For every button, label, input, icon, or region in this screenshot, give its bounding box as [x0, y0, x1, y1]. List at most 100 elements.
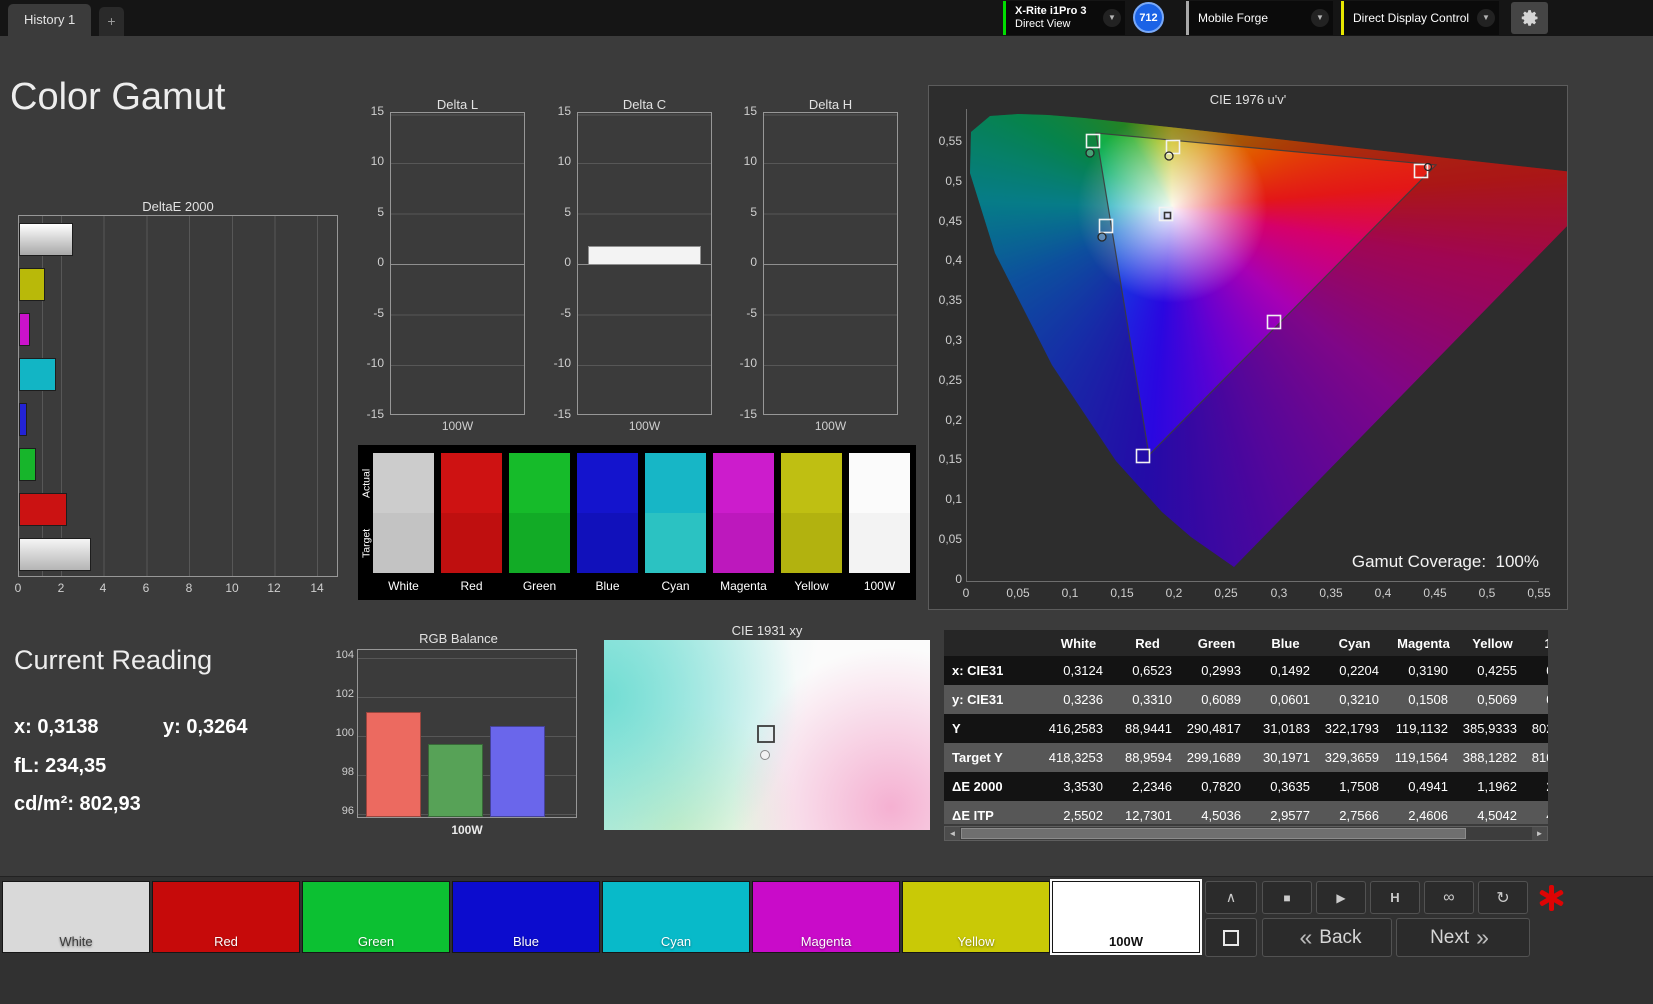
pattern-button-blue[interactable]: Blue: [452, 881, 600, 953]
chevron-down-icon[interactable]: ▼: [1477, 9, 1495, 27]
axis-tick-label: 2: [46, 581, 76, 595]
pattern-label: Red: [153, 934, 299, 949]
table-header-row: White Red Green Blue Cyan Magenta Yellow…: [944, 630, 1548, 656]
swatch-label: Blue: [577, 579, 638, 593]
cell: 12,7301: [1113, 801, 1182, 824]
axis-tick-label: 14: [302, 581, 332, 595]
swatch-actual-red: [441, 453, 502, 513]
cell: 290,4817: [1182, 714, 1251, 743]
axis-label: 100W: [390, 419, 525, 433]
pattern-button-red[interactable]: Red: [152, 881, 300, 953]
chart-title: Delta C: [577, 97, 712, 112]
cell: 0,6089: [1182, 685, 1251, 714]
play-button[interactable]: ▶: [1316, 881, 1366, 914]
cell: 0,1508: [1389, 685, 1458, 714]
axis-tick-label: 98: [322, 766, 354, 778]
back-label: Back: [1319, 927, 1361, 949]
deltae2000-chart: DeltaE 2000 0 2 4 6 8 10 12 14: [0, 196, 345, 596]
scrollbar-thumb[interactable]: [961, 828, 1466, 839]
cell: 388,1282: [1458, 743, 1527, 772]
row-label: Y: [944, 714, 1044, 743]
pattern-source-dropdown[interactable]: Mobile Forge ▼: [1186, 1, 1333, 35]
cyan-measured-marker: [1098, 233, 1106, 241]
gamut-coverage-label: Gamut Coverage:: [1352, 552, 1486, 571]
axis-tick-label: 4: [88, 581, 118, 595]
axis-tick-label: 0,05: [932, 532, 962, 546]
axis-tick-label: 15: [350, 104, 384, 118]
axis-tick-label: -5: [723, 306, 757, 320]
chevron-down-icon[interactable]: ▼: [1311, 9, 1329, 27]
swatch-label: Magenta: [713, 579, 774, 593]
cell: 329,3659: [1320, 743, 1389, 772]
axis-tick-label: 15: [537, 104, 571, 118]
history-tab[interactable]: History 1: [8, 4, 91, 36]
pattern-window-button[interactable]: [1205, 918, 1257, 957]
axis-tick-label: 100: [322, 727, 354, 739]
pattern-label: White: [3, 934, 149, 949]
axis-tick-label: 0,3: [1264, 586, 1294, 600]
swatch-actual-magenta: [713, 453, 774, 513]
pattern-button-100w[interactable]: 100W: [1052, 881, 1200, 953]
column-header: Magenta: [1389, 630, 1458, 656]
axis-tick-label: 15: [723, 104, 757, 118]
axis-tick-label: 0,5: [1472, 586, 1502, 600]
cell: 0,0601: [1251, 685, 1320, 714]
cell: 0,1492: [1251, 656, 1320, 685]
pattern-scroll-up-button[interactable]: ∧: [1205, 881, 1257, 914]
cell: 0,3124: [1044, 656, 1113, 685]
axis-tick-label: 0,35: [1316, 586, 1346, 600]
link-button[interactable]: ∞: [1424, 881, 1474, 914]
chevron-down-icon[interactable]: ▼: [1103, 9, 1121, 27]
settings-button[interactable]: [1511, 2, 1548, 34]
pattern-label: 100W: [1053, 934, 1199, 949]
axis-tick-label: 0: [350, 255, 384, 269]
axis-tick-label: 8: [174, 581, 204, 595]
axis-tick-label: -10: [537, 356, 571, 370]
cie1931-overlay: [604, 640, 930, 830]
column-header: Red: [1113, 630, 1182, 656]
cell: 1,1962: [1458, 772, 1527, 801]
reading-count-badge: 712: [1133, 2, 1164, 33]
next-button[interactable]: Next »: [1396, 918, 1530, 957]
white-measured-marker: [1165, 213, 1171, 219]
swatch-target-blue: [577, 513, 638, 573]
scroll-left-button[interactable]: ◄: [945, 827, 960, 840]
swatch-target-magenta: [713, 513, 774, 573]
pattern-button-green[interactable]: Green: [302, 881, 450, 953]
cell: 2,2346: [1113, 772, 1182, 801]
add-tab-button[interactable]: +: [99, 7, 124, 36]
pattern-button-cyan[interactable]: Cyan: [602, 881, 750, 953]
loop-button[interactable]: ↻: [1478, 881, 1528, 914]
rgb-balance-plot: [357, 649, 577, 818]
cell: 0,3236: [1044, 685, 1113, 714]
bar-cyan: [19, 358, 56, 391]
stop-button[interactable]: ■: [1262, 881, 1312, 914]
cell: 0,3210: [1320, 685, 1389, 714]
histogram-mode-button[interactable]: H: [1370, 881, 1420, 914]
next-label: Next: [1430, 927, 1469, 949]
cie-diagram-overlay: [966, 109, 1568, 581]
pattern-button-magenta[interactable]: Magenta: [752, 881, 900, 953]
axis-tick-label: 96: [322, 805, 354, 817]
table-row: ΔE 2000 3,3530 2,2346 0,7820 0,3635 1,75…: [944, 772, 1548, 801]
axis-tick-label: -5: [350, 306, 384, 320]
pattern-button-white[interactable]: White: [2, 881, 150, 953]
bar-green: [19, 448, 36, 481]
chart-title: RGB Balance: [340, 631, 577, 646]
white-measured-marker: [761, 751, 770, 760]
scroll-right-button[interactable]: ►: [1532, 827, 1547, 840]
cell: 88,9441: [1113, 714, 1182, 743]
meter-dropdown[interactable]: X-Rite i1Pro 3 Direct View ▼: [1003, 1, 1125, 35]
busy-indicator-icon: [1538, 885, 1564, 911]
display-control-label: Direct Display Control: [1353, 11, 1469, 25]
pattern-source-label: Mobile Forge: [1198, 11, 1268, 25]
pattern-button-yellow[interactable]: Yellow: [902, 881, 1050, 953]
display-control-dropdown[interactable]: Direct Display Control ▼: [1341, 1, 1499, 35]
swatch-actual-green: [509, 453, 570, 513]
table-horizontal-scrollbar[interactable]: ◄ ►: [944, 826, 1548, 841]
back-button[interactable]: « Back: [1262, 918, 1392, 957]
swatch-target-cyan: [645, 513, 706, 573]
table-row: Target Y 418,3253 88,9594 299,1689 30,19…: [944, 743, 1548, 772]
axis-tick-label: 0,25: [1211, 586, 1241, 600]
cell: 119,1132: [1389, 714, 1458, 743]
